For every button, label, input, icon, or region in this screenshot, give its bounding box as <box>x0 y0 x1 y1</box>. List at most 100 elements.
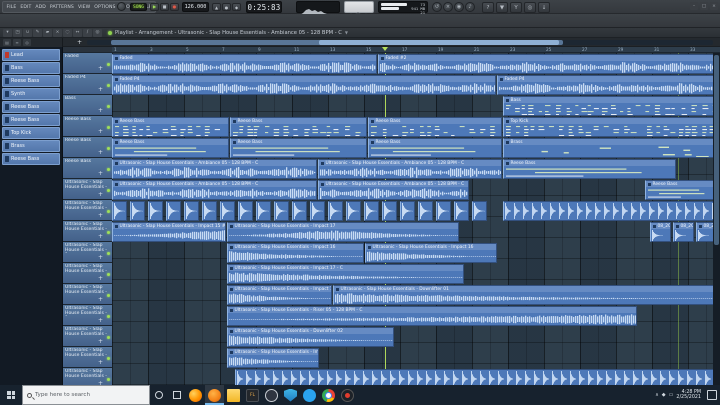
clip-audio-hit[interactable] <box>292 201 307 221</box>
clip-audio-hit[interactable] <box>256 201 271 221</box>
clip-audio-hit[interactable] <box>454 201 469 221</box>
track-header[interactable]: Ultrasonic - Slap House Essentials - + <box>63 326 112 347</box>
track-mute-led[interactable] <box>107 105 110 108</box>
clip-reese-bass[interactable]: Reese Bass <box>368 138 502 158</box>
clip-ultrasonic-slap-house-essentials-ambiance-05-128-bpm-c[interactable]: Ultrasonic - Slap House Essentials - Amb… <box>112 159 317 179</box>
clip-ultrasonic-slap-house-essentials-downlifter-02[interactable]: Ultrasonic - Slap House Essentials - Dow… <box>227 327 394 347</box>
tray-chevron-icon[interactable]: ∧ <box>655 392 659 398</box>
clip-08-20[interactable]: 08_20 <box>650 222 671 242</box>
clip-audio-hit[interactable] <box>184 201 199 221</box>
mute-tool-icon[interactable]: ◌ <box>63 28 72 37</box>
track-mute-led[interactable] <box>107 189 110 192</box>
taskbar-app-obs[interactable] <box>262 385 281 405</box>
menu-edit[interactable]: EDIT <box>19 5 33 10</box>
track-mute-led[interactable] <box>107 231 110 234</box>
track-header[interactable]: Ultrasonic - Slap House Essentials - + <box>63 368 112 385</box>
maximize-button[interactable]: □ <box>700 2 708 10</box>
track-fader-icon[interactable]: + <box>98 318 103 324</box>
track-mute-led[interactable] <box>107 273 110 276</box>
paint-icon[interactable]: ▰ <box>43 28 52 37</box>
record-button[interactable]: ● <box>170 3 179 11</box>
picker-item-top-kick[interactable]: Top Kick <box>2 127 60 139</box>
clip-audio-hit[interactable] <box>418 201 433 221</box>
overdub-icon[interactable]: ◆ <box>232 3 241 11</box>
metronome-icon[interactable]: ▲ <box>212 3 221 11</box>
picker-find-icon[interactable]: ◎ <box>23 39 31 46</box>
track-mute-led[interactable] <box>107 336 110 339</box>
track-mute-led[interactable] <box>107 168 110 171</box>
track-header[interactable]: Reese Bass + <box>63 158 112 179</box>
picker-view-icon[interactable]: ▤ <box>3 39 11 46</box>
oscilloscope[interactable] <box>296 1 340 16</box>
taskbar-app-firefox[interactable] <box>186 385 205 405</box>
picker-item-synth[interactable]: Synth <box>2 88 60 100</box>
track-fader-icon[interactable]: + <box>98 360 103 366</box>
visualizer-panel[interactable] <box>344 1 374 16</box>
scrollbar-thumb-bright[interactable] <box>319 40 559 45</box>
track-mute-led[interactable] <box>107 378 110 381</box>
clip-audio-hit[interactable] <box>328 201 343 221</box>
recycle-icon[interactable]: ↺ <box>432 2 442 12</box>
clip-audio-hit[interactable] <box>166 201 181 221</box>
clip-ultrasonic-slap-house-essentials-ambiance-05-128-bpm-c[interactable]: Ultrasonic - Slap House Essentials - Amb… <box>112 180 317 200</box>
track-fader-icon[interactable]: + <box>98 66 103 72</box>
playlist-grid[interactable]: Faded Faded #2 Faded P4 Faded P4 Bass Reese B… <box>112 53 720 385</box>
chevron-down-icon[interactable]: ▼ <box>345 30 348 35</box>
clip-ultrasonic-slap-house-essentials-impact-17-c[interactable]: Ultrasonic - Slap House Essentials - Imp… <box>227 264 464 284</box>
track-mute-led[interactable] <box>107 147 110 150</box>
track-fader-icon[interactable]: + <box>98 192 103 198</box>
clip-reese-bass[interactable]: Reese Bass <box>503 159 676 179</box>
track-header[interactable]: Reese Bass + <box>63 137 112 158</box>
track-header[interactable]: Ultrasonic - Slap House Essentials - 1 + <box>63 242 112 263</box>
clip-ultrasonic-slap-house-essentials-impact-18[interactable]: Ultrasonic - Slap House Essentials - Imp… <box>227 285 332 305</box>
taskbar-app-chrome[interactable] <box>319 385 338 405</box>
song-mode-led[interactable]: SONG <box>130 3 147 11</box>
clip-audio-hit[interactable] <box>238 201 253 221</box>
track-fader-icon[interactable]: + <box>98 129 103 135</box>
clip-audio-hit[interactable] <box>220 201 235 221</box>
track-fader-icon[interactable]: + <box>98 213 103 219</box>
clip-brass[interactable]: Brass <box>503 138 719 158</box>
clip-ultrasonic-slap-house-essentials-impact-17[interactable]: Ultrasonic - Slap House Essentials - Imp… <box>227 222 459 242</box>
clip-audio-hit[interactable] <box>274 201 289 221</box>
action-center-button[interactable] <box>707 390 717 400</box>
clip-audio-hit[interactable] <box>436 201 451 221</box>
track-fader-icon[interactable]: + <box>98 297 103 303</box>
main-volume-knob[interactable] <box>117 2 126 11</box>
close-button[interactable]: × <box>710 2 718 10</box>
clip-reese-bass[interactable]: Reese Bass <box>230 138 367 158</box>
track-header[interactable]: Ultrasonic - Slap House Essentials - + <box>63 284 112 305</box>
clip-ultrasonic-slap-house-essentials-impact-16[interactable]: Ultrasonic - Slap House Essentials - Imp… <box>365 243 497 263</box>
abort-icon[interactable]: × <box>443 2 453 12</box>
clip-ultrasonic-slap-house-essentials-impact-16[interactable]: Ultrasonic - Slap House Essentials - Imp… <box>227 243 364 263</box>
clip-audio-hit[interactable] <box>382 201 397 221</box>
vertical-scrollbar-thumb[interactable] <box>714 55 719 245</box>
clip-audio-hit[interactable] <box>310 201 325 221</box>
magnet-icon[interactable]: ∪ <box>23 28 32 37</box>
playhead-marker[interactable] <box>382 47 388 51</box>
play-button[interactable]: ▶ <box>150 3 159 11</box>
taskbar-app-recorder[interactable] <box>338 385 357 405</box>
track-fader-icon[interactable]: + <box>98 234 103 240</box>
clip-faded-p4[interactable]: Faded P4 <box>112 75 496 95</box>
menu-patterns[interactable]: PATTERNS <box>48 5 75 10</box>
detach-icon[interactable]: ◳ <box>13 28 22 37</box>
horizontal-scrollbar[interactable] <box>87 40 713 45</box>
typing-piano-icon[interactable]: ♪ <box>465 2 475 12</box>
clip-audio-hit[interactable] <box>400 201 415 221</box>
clip-top-kick[interactable]: Top Kick <box>503 117 719 137</box>
clip-audio-hit[interactable] <box>503 201 719 221</box>
picker-sort-icon[interactable]: ≡ <box>13 39 21 46</box>
wait-input-icon[interactable]: ● <box>222 3 231 11</box>
start-button[interactable] <box>0 385 22 405</box>
track-header[interactable]: Faded + <box>63 53 112 74</box>
picker-item-reese-bass[interactable]: Reese Bass <box>2 153 60 165</box>
track-header[interactable]: Ultrasonic - Slap House Essentials - + <box>63 263 112 284</box>
clip-audio-hit[interactable] <box>235 369 719 385</box>
export-icon[interactable]: Y <box>510 2 522 13</box>
track-mute-led[interactable] <box>107 357 110 360</box>
track-fader-icon[interactable]: + <box>98 108 103 114</box>
clip-audio-hit[interactable] <box>112 201 127 221</box>
track-header[interactable]: Ultrasonic - Slap House Essentials - 1 + <box>63 305 112 326</box>
delete-icon[interactable]: × <box>53 28 62 37</box>
